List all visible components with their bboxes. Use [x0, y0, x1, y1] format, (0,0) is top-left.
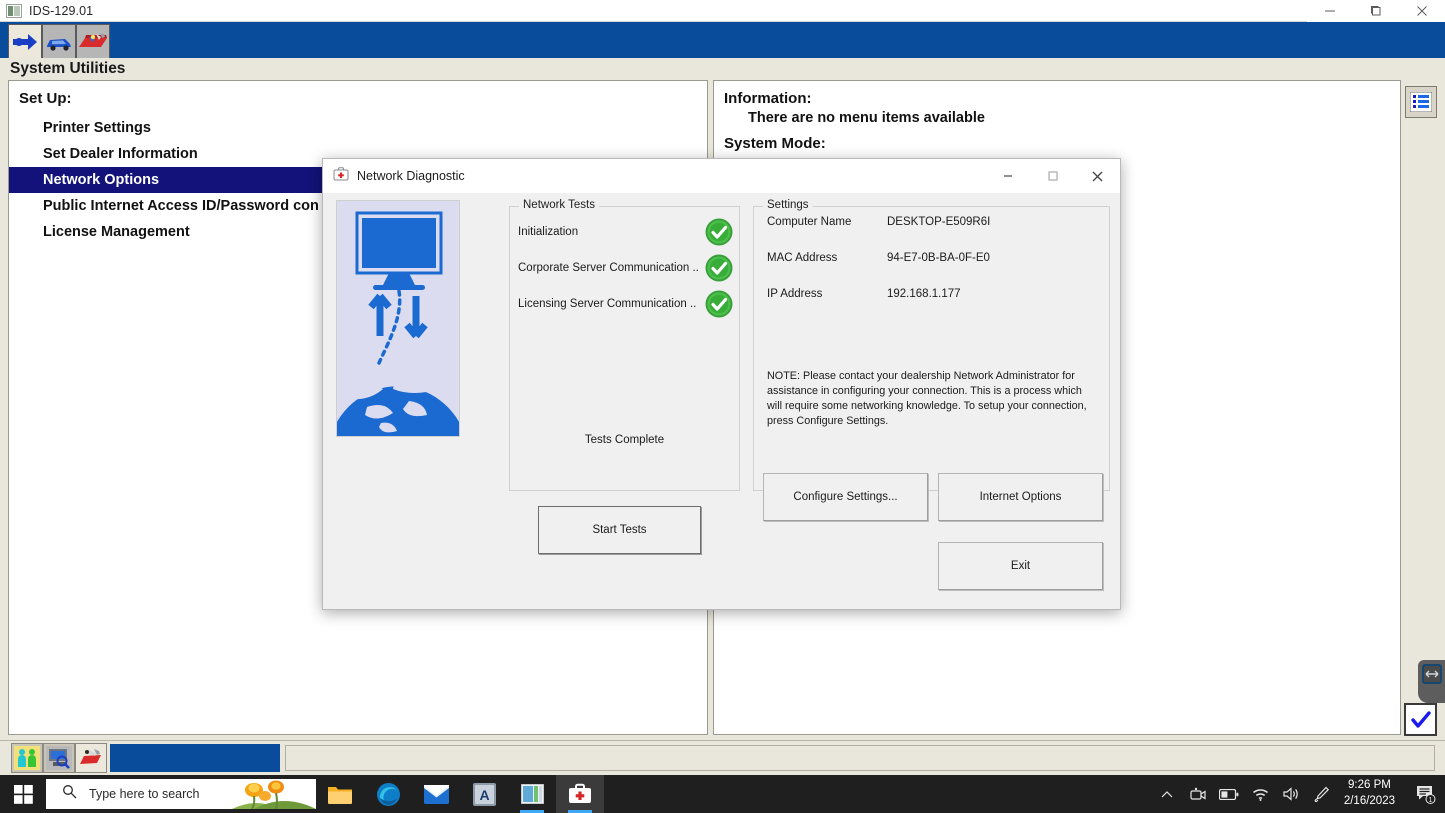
- setting-row-computer-name: Computer Name DESKTOP-E509R6I: [767, 216, 1097, 234]
- app-a-icon[interactable]: A: [460, 775, 508, 813]
- window-titlebar: IDS-129.01: [0, 0, 1445, 22]
- test-row-corporate-server: Corporate Server Communication ..: [518, 250, 734, 286]
- dialog-titlebar: Network Diagnostic: [323, 159, 1120, 193]
- exit-button[interactable]: Exit: [938, 542, 1103, 590]
- application-toolbar: [0, 22, 1445, 58]
- clock-time: 9:26 PM: [1344, 778, 1395, 794]
- settings-label: Settings: [763, 199, 813, 211]
- clock-date: 2/16/2023: [1344, 794, 1395, 810]
- ids-window-icon[interactable]: [508, 775, 556, 813]
- test-row-licensing-server: Licensing Server Communication ..: [518, 286, 734, 322]
- window-controls: [1307, 0, 1445, 22]
- setting-row-mac-address: MAC Address 94-E7-0B-BA-0F-E0: [767, 252, 1097, 270]
- status-ok-icon: [704, 217, 734, 247]
- start-tests-button[interactable]: Start Tests: [538, 506, 701, 554]
- settings-group: Settings Computer Name DESKTOP-E509R6I M…: [753, 206, 1110, 491]
- bottom-tabstrip: [11, 743, 107, 773]
- tests-complete-status: Tests Complete: [510, 434, 739, 446]
- network-tests-group: Network Tests Initialization Corporate S…: [509, 206, 740, 491]
- setting-value: DESKTOP-E509R6I: [887, 216, 990, 234]
- status-ok-icon: [704, 289, 734, 319]
- app-icon: [6, 4, 22, 18]
- poppy-flowers-icon: [232, 779, 316, 809]
- setting-key: Computer Name: [767, 216, 887, 234]
- globe-network-monitor-icon: [336, 200, 460, 437]
- test-row-initialization: Initialization: [518, 214, 734, 250]
- mail-icon[interactable]: [412, 775, 460, 813]
- chevron-up-icon[interactable]: [1152, 775, 1183, 813]
- system-mode-heading: System Mode:: [724, 135, 1400, 152]
- status-ok-icon: [704, 253, 734, 283]
- people-tab[interactable]: [11, 743, 43, 773]
- edge-browser-icon[interactable]: [364, 775, 412, 813]
- search-placeholder-text: Type here to search: [89, 787, 199, 801]
- taskbar-clock[interactable]: 9:26 PM 2/16/2023: [1338, 778, 1407, 809]
- start-button[interactable]: [0, 775, 46, 813]
- windows-taskbar: Type here to search: [0, 775, 1445, 813]
- file-explorer-icon[interactable]: [316, 775, 364, 813]
- network-diagnostic-dialog: Network Diagnostic: [322, 158, 1121, 610]
- network-tests-label: Network Tests: [519, 199, 599, 211]
- first-aid-kit-icon: [333, 166, 349, 187]
- setting-value: 192.168.1.177: [887, 288, 961, 306]
- menu-item-printer-settings[interactable]: Printer Settings: [9, 115, 707, 141]
- test-label: Initialization: [518, 226, 578, 238]
- pen-icon[interactable]: [1307, 775, 1338, 813]
- wifi-icon[interactable]: [1245, 775, 1276, 813]
- internet-options-button[interactable]: Internet Options: [938, 473, 1103, 521]
- setting-row-ip-address: IP Address 192.168.1.177: [767, 288, 1097, 306]
- setting-key: MAC Address: [767, 252, 887, 270]
- dialog-close-button[interactable]: [1075, 159, 1120, 193]
- bottom-blue-strip: [110, 744, 280, 772]
- window-close-button[interactable]: [1399, 0, 1445, 22]
- status-field: [285, 745, 1435, 771]
- back-arrow-tab[interactable]: [8, 24, 42, 58]
- system-tray: 9:26 PM 2/16/2023 1: [1152, 775, 1445, 813]
- page-title: System Utilities: [10, 60, 125, 78]
- list-icon[interactable]: [1405, 86, 1437, 118]
- svg-text:1: 1: [1429, 797, 1433, 804]
- toolbox-tab[interactable]: [76, 24, 110, 58]
- volume-icon[interactable]: [1276, 775, 1307, 813]
- information-heading: Information:: [724, 90, 1400, 107]
- setup-heading: Set Up:: [19, 90, 707, 107]
- search-input[interactable]: Type here to search: [46, 779, 316, 809]
- setting-key: IP Address: [767, 288, 887, 306]
- configure-settings-button[interactable]: Configure Settings...: [763, 473, 928, 521]
- test-label: Corporate Server Communication ..: [518, 262, 699, 274]
- window-maximize-button[interactable]: [1353, 0, 1399, 22]
- battery-icon[interactable]: [1214, 775, 1245, 813]
- dialog-title: Network Diagnostic: [357, 169, 465, 183]
- camera-icon[interactable]: [1183, 775, 1214, 813]
- dialog-minimize-button[interactable]: [985, 159, 1030, 193]
- svg-text:A: A: [479, 787, 489, 803]
- window-minimize-button[interactable]: [1307, 0, 1353, 22]
- tools-tab[interactable]: [75, 743, 107, 773]
- search-icon: [62, 784, 77, 804]
- diagnostics-tab[interactable]: [43, 743, 75, 773]
- application-bottom-bar: [0, 740, 1445, 775]
- resize-handle-icon[interactable]: [1418, 660, 1445, 703]
- settings-note: NOTE: Please contact your dealership Net…: [767, 369, 1089, 429]
- check-icon[interactable]: [1404, 703, 1437, 736]
- test-label: Licensing Server Communication ..: [518, 298, 696, 310]
- information-message: There are no menu items available: [714, 107, 1400, 129]
- dialog-window-controls: [985, 159, 1120, 193]
- notifications-button[interactable]: 1: [1407, 775, 1445, 813]
- first-aid-kit-icon[interactable]: [556, 775, 604, 813]
- ids-application-window: IDS-129.01: [0, 0, 1445, 775]
- setting-value: 94-E7-0B-BA-0F-E0: [887, 252, 990, 270]
- vehicle-tab[interactable]: [42, 24, 76, 58]
- application-tabstrip: [8, 24, 110, 58]
- dialog-maximize-button[interactable]: [1030, 159, 1075, 193]
- window-title: IDS-129.01: [29, 4, 93, 18]
